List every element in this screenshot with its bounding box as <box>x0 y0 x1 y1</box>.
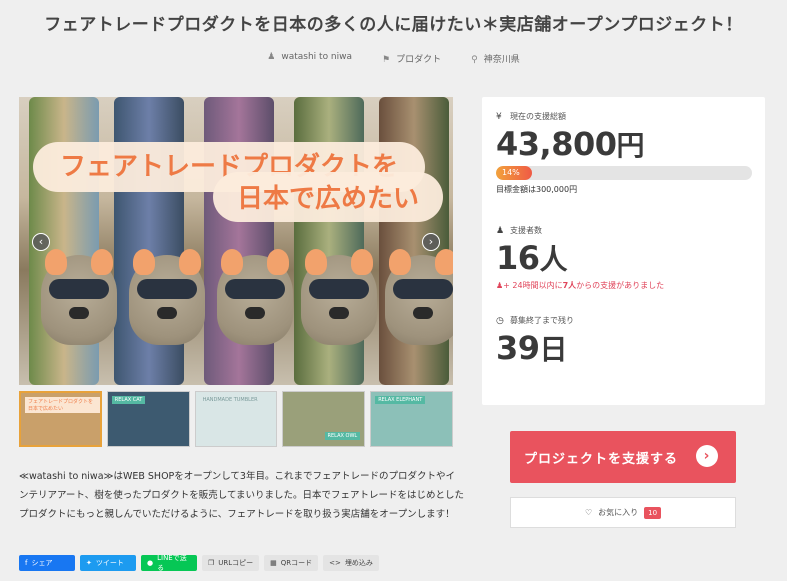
users-icon: ♟+ <box>496 281 510 290</box>
facebook-share-button[interactable]: f シェア <box>19 555 75 571</box>
project-description: ≪watashi to niwa≫はWEB SHOPをオープンして3年目。これま… <box>19 471 464 520</box>
yen-icon: ¥ <box>496 111 502 122</box>
thumbnail-5[interactable]: RELAX ELEPHANT <box>370 391 453 447</box>
days-remaining: 39日 <box>496 329 568 367</box>
favorite-count-badge: 10 <box>644 506 662 519</box>
support-project-button[interactable]: プロジェクトを支援する › <box>510 431 736 483</box>
heart-icon: ♡ <box>584 508 593 517</box>
facebook-icon: f <box>25 559 28 567</box>
thumbnail-4[interactable]: RELAX OWL <box>282 391 366 447</box>
goal-amount: 目標金額は300,000円 <box>496 185 578 194</box>
meta-owner[interactable]: ♟ watashi to niwa <box>267 52 352 65</box>
share-bar: f シェア ✦ ツイート ● LINEで送る ❐ URLコピー ▦ QRコード <> 埋め込… <box>19 554 379 572</box>
meta-category[interactable]: ⚑ プロダクト <box>382 52 441 65</box>
embed-button[interactable]: <> 埋め込み <box>323 555 379 571</box>
location-pin-icon: ⚲ <box>471 55 478 65</box>
thumbnail-3[interactable]: HANDMADE TUMBLER <box>194 391 278 447</box>
qr-code-button[interactable]: ▦ QRコード <box>264 555 319 571</box>
dog-toy <box>217 249 293 345</box>
thumbnail-2[interactable]: RELAX CAT <box>106 391 190 447</box>
thumbnail-1[interactable]: フェアトレードプロダクトを日本で広めたい <box>19 391 102 447</box>
dog-toy <box>385 249 453 345</box>
dog-toy <box>301 249 377 345</box>
meta-location: ⚲ 神奈川県 <box>471 55 520 65</box>
hero-image[interactable]: フェアトレードプロダクトを 日本で広めたい ‹ › <box>19 97 453 385</box>
dog-toy <box>129 249 205 345</box>
stats-panel: ¥ 現在の支援総額 43,800円 14% 目標金額は300,000円 ♟ 支援者数… <box>482 97 765 405</box>
code-icon: <> <box>329 559 341 567</box>
line-icon: ● <box>147 559 154 567</box>
hero-banner: フェアトレードプロダクトを 日本で広めたい <box>33 142 443 222</box>
project-meta: ♟ watashi to niwa ⚑ プロダクト ⚲ 神奈川県 <box>0 52 787 65</box>
url-copy-button[interactable]: ❐ URLコピー <box>202 555 260 571</box>
thumbnail-strip: フェアトレードプロダクトを日本で広めたい RELAX CAT HANDMADE … <box>19 391 453 447</box>
favorite-button[interactable]: ♡ お気に入り 10 <box>510 497 736 528</box>
carousel-prev-button[interactable]: ‹ <box>32 233 50 251</box>
tag-icon: ⚑ <box>382 55 391 65</box>
copy-icon: ❐ <box>208 559 215 567</box>
twitter-icon: ✦ <box>86 559 92 567</box>
banner-line-2: 日本で広めたい <box>213 172 443 222</box>
funded-label: ¥ 現在の支援総額 <box>496 111 566 122</box>
user-icon: ♟ <box>496 225 505 236</box>
line-share-button[interactable]: ● LINEで送る <box>141 554 197 572</box>
funding-progress-bar: 14% <box>496 166 752 180</box>
backers-count: 16人 <box>496 239 568 277</box>
funded-amount: 43,800円 <box>496 125 644 163</box>
carousel-next-button[interactable]: › <box>422 233 440 251</box>
clock-icon: ◷ <box>496 315 504 326</box>
chevron-right-icon: › <box>696 445 718 467</box>
qr-icon: ▦ <box>270 559 277 567</box>
remaining-label: ◷ 募集終了まで残り <box>496 315 574 326</box>
progress-percent: 14% <box>502 168 520 177</box>
user-icon: ♟ <box>267 52 276 62</box>
backers-label: ♟ 支援者数 <box>496 225 542 236</box>
dog-toy <box>41 249 117 345</box>
twitter-share-button[interactable]: ✦ ツイート <box>80 555 136 571</box>
recent-backers-note: ♟+ 24時間以内に7人からの支援がありました <box>496 281 665 290</box>
page-title: フェアトレードプロダクトを日本の多くの人に届けたい＊実店舗オープンプロジェクト！ <box>44 15 743 35</box>
